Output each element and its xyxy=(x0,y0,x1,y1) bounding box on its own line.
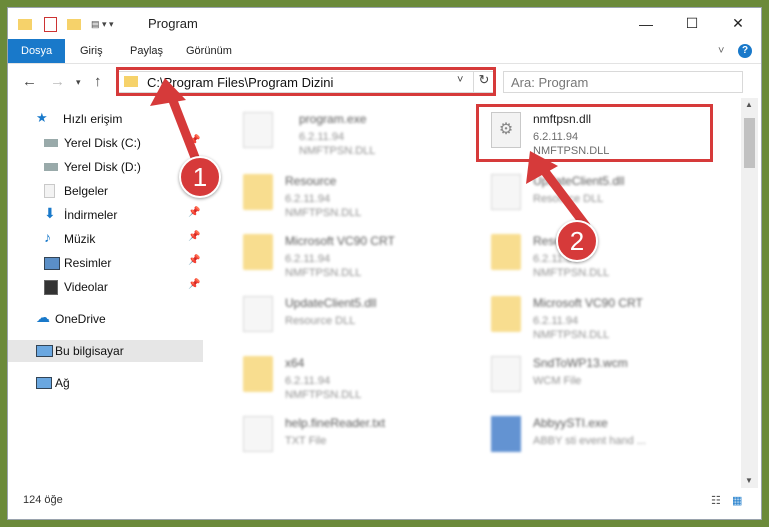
arrow-1-head xyxy=(150,78,186,106)
step-badge-1: 1 xyxy=(179,156,221,198)
annotation-arrows xyxy=(150,78,591,231)
explorer-window: ▤ ▾ ▾ Program — ☐ ✕ Dosya Giriş Paylaş G… xyxy=(8,8,761,519)
step-badge-2: 2 xyxy=(556,220,598,262)
arrow-2-shaft xyxy=(535,160,591,231)
